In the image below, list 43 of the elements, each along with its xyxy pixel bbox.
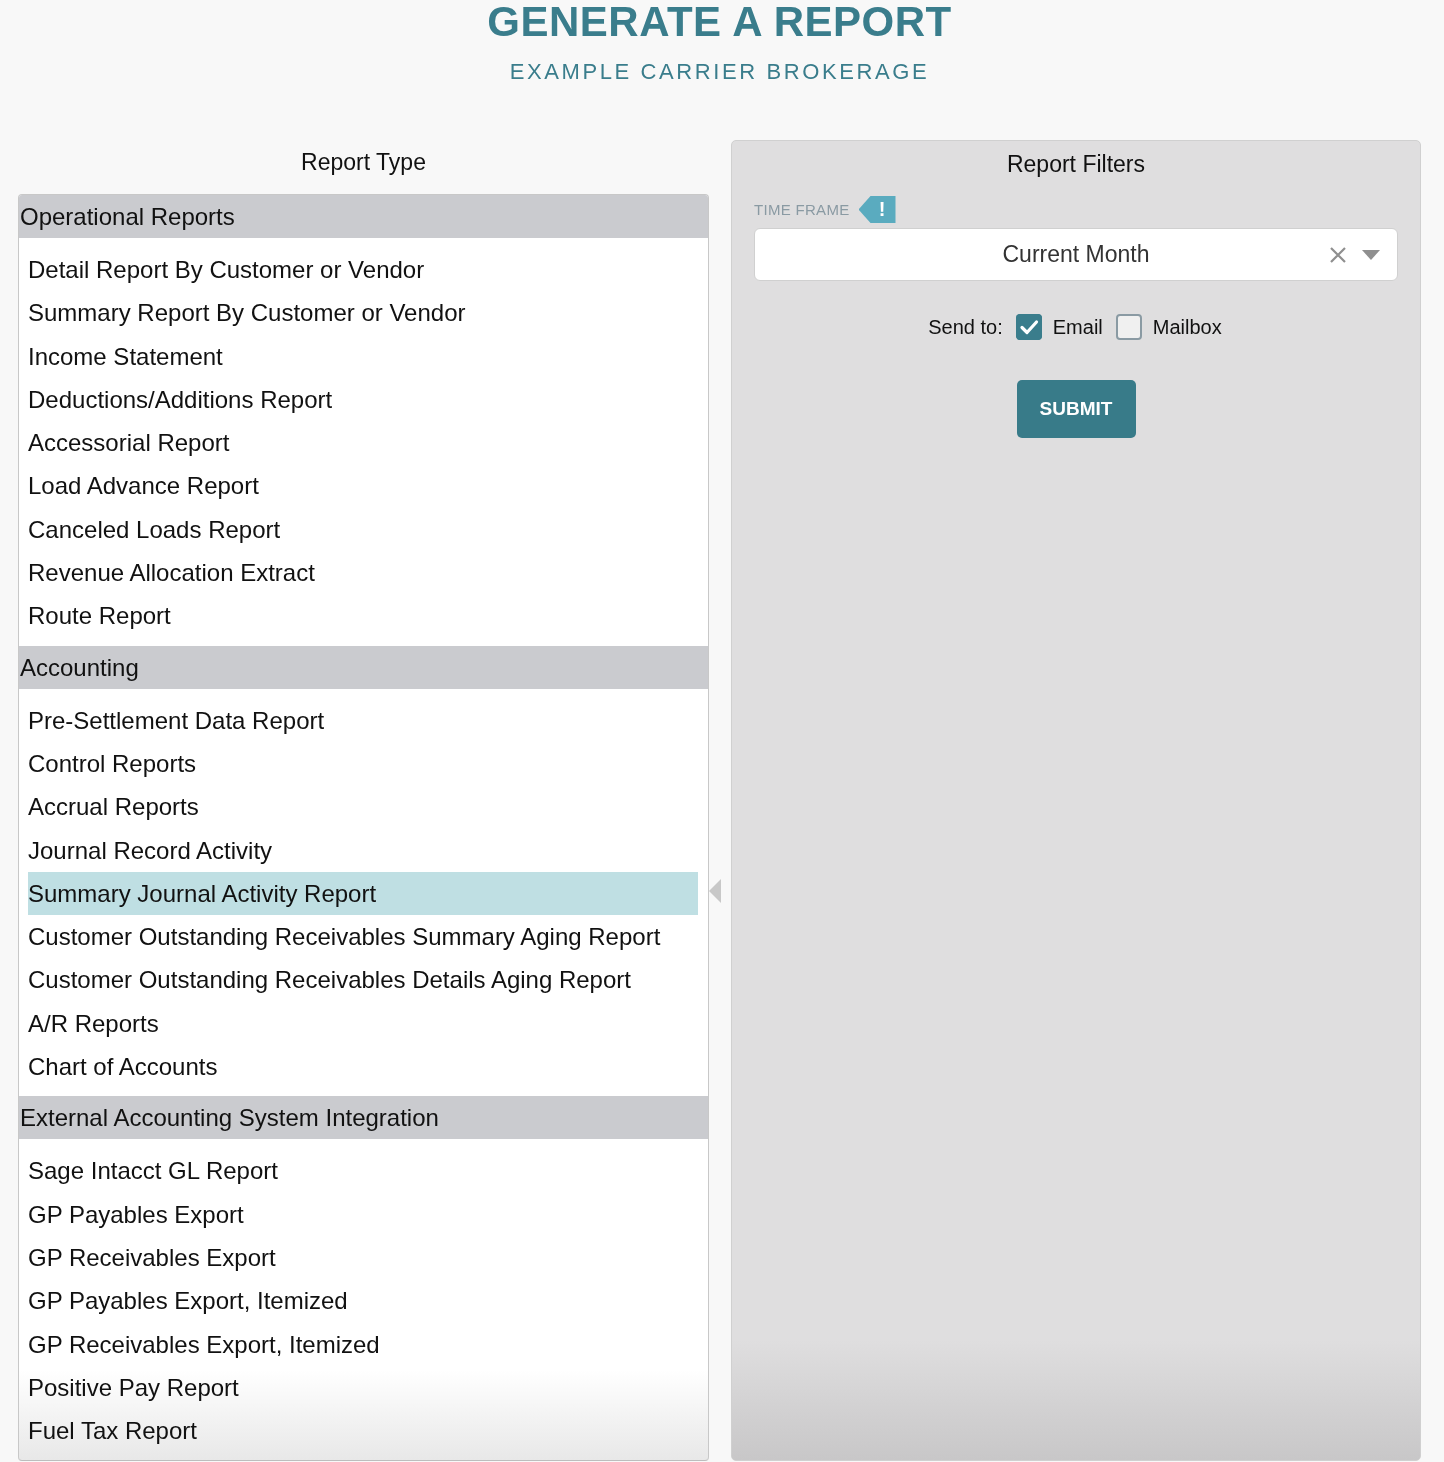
checkbox-label: Mailbox bbox=[1152, 315, 1222, 339]
checkbox-label: Email bbox=[1052, 315, 1103, 339]
report-list-item[interactable]: GP Receivables Export, Itemized bbox=[28, 1322, 698, 1366]
report-list-item[interactable]: Deductions/Additions Report bbox=[28, 377, 698, 422]
report-list-item[interactable]: Canceled Loads Report bbox=[28, 507, 698, 552]
report-list-item[interactable]: Sage Intacct GL Report bbox=[28, 1149, 698, 1193]
section-heading: Report Type bbox=[301, 148, 426, 177]
report-list-item[interactable]: Summary Report By Customer or Vendor bbox=[28, 291, 698, 335]
report-list-item[interactable]: Accrual Reports bbox=[28, 785, 698, 829]
caret-down-icon[interactable] bbox=[1362, 249, 1380, 260]
field-label: TIME FRAME bbox=[754, 201, 850, 218]
send-to-label: Send to: bbox=[928, 315, 1003, 339]
report-list-item[interactable]: Chart of Accounts bbox=[28, 1045, 698, 1089]
report-list-item[interactable]: Summary Journal Activity Report bbox=[28, 871, 698, 916]
report-list-item[interactable]: Control Reports bbox=[28, 741, 698, 786]
report-list-item[interactable]: GP Payables Export bbox=[28, 1192, 698, 1236]
report-list-item[interactable]: Income Statement bbox=[28, 334, 698, 378]
group-header: External Accounting System Integration bbox=[19, 1096, 708, 1140]
submit-button[interactable]: SUBMIT bbox=[1016, 380, 1136, 438]
report-list-item[interactable]: GP Receivables Export bbox=[28, 1235, 698, 1280]
report-list-item[interactable]: Accessorial Report bbox=[28, 421, 698, 465]
report-list-item[interactable]: Customer Outstanding Receivables Summary Aging Report bbox=[28, 915, 698, 959]
time-frame-select[interactable]: Current Month bbox=[754, 228, 1398, 281]
group-header: Accounting bbox=[19, 645, 708, 689]
report-list-item[interactable]: Positive Pay Report bbox=[28, 1365, 698, 1410]
report-list-item[interactable]: Customer Outstanding Receivables Details Aging Report bbox=[28, 958, 698, 1002]
page-title: GENERATE A REPORT bbox=[487, 0, 952, 47]
report-list-item[interactable]: Fuel Tax Report bbox=[28, 1409, 698, 1453]
report-list-item[interactable]: Journal Record Activity bbox=[28, 828, 698, 872]
checkbox[interactable] bbox=[1115, 314, 1142, 340]
alert-badge: ! bbox=[858, 196, 896, 223]
report-list-item[interactable]: Load Advance Report bbox=[28, 464, 698, 508]
report-list-item[interactable]: Detail Report By Customer or Vendor bbox=[28, 248, 698, 292]
report-list-item[interactable]: Route Report bbox=[28, 594, 698, 638]
report-list-item[interactable]: Revenue Allocation Extract bbox=[28, 551, 698, 595]
group-header: Operational Reports bbox=[19, 195, 708, 238]
clear-icon[interactable] bbox=[1330, 246, 1346, 263]
company-subtitle: EXAMPLE CARRIER BROKERAGE bbox=[509, 59, 930, 85]
report-list-item[interactable]: GP Payables Export, Itemized bbox=[28, 1279, 698, 1323]
section-heading: Report Filters bbox=[1006, 150, 1145, 179]
checkbox[interactable] bbox=[1015, 314, 1042, 340]
report-list-item[interactable]: A/R Reports bbox=[28, 1001, 698, 1046]
report-list-item[interactable]: Pre-Settlement Data Report bbox=[28, 698, 698, 742]
